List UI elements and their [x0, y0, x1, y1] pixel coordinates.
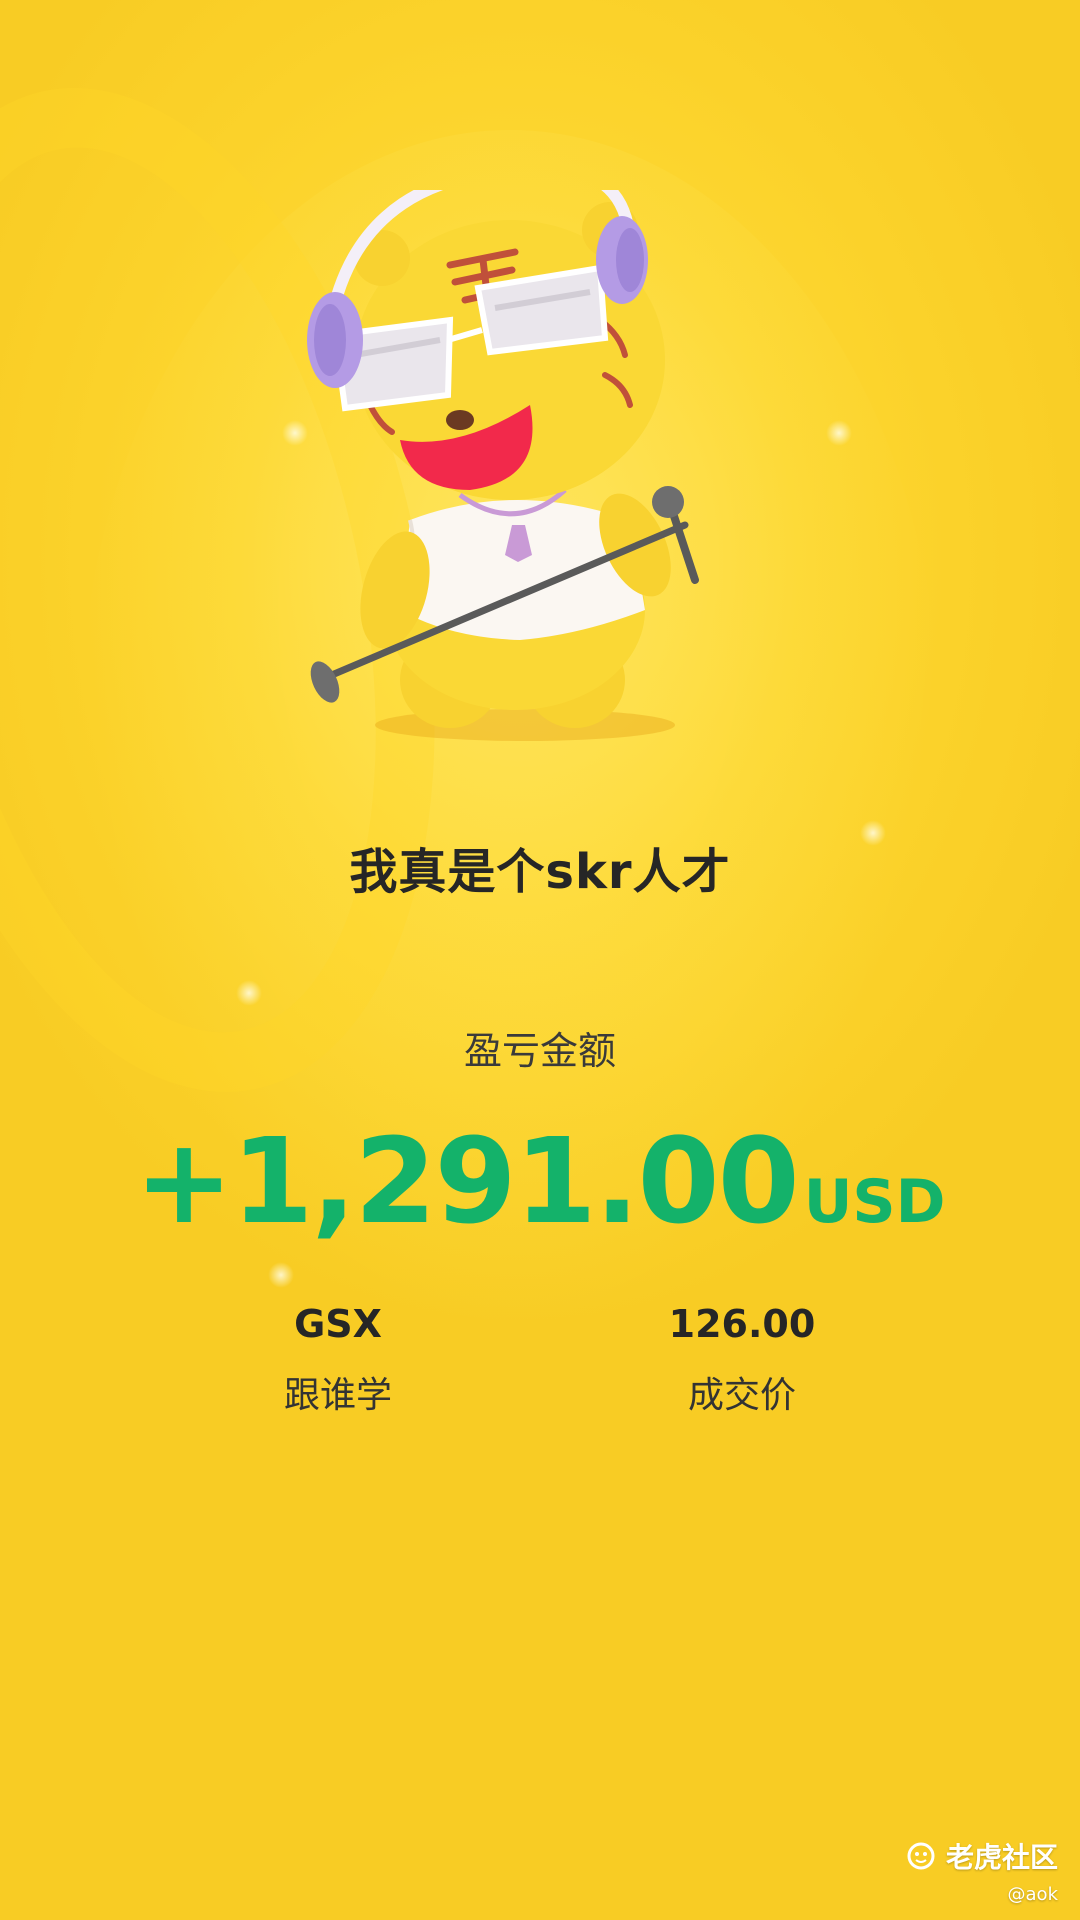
tiger-logo-icon: [907, 1842, 935, 1870]
watermark-handle: @aok: [1007, 1884, 1058, 1905]
stock-info: GSX 跟谁学: [158, 1302, 518, 1418]
watermark-brand: 老虎社区: [906, 1836, 1058, 1876]
sparkle-decoration: [268, 1262, 294, 1288]
pnl-amount-row: +1,291.00 USD: [0, 1112, 1080, 1250]
pnl-label: 盈亏金额: [463, 1029, 616, 1073]
trade-price-label: 成交价: [687, 1375, 796, 1416]
sparkle-decoration: [236, 980, 262, 1006]
watermark-brand-text: 老虎社区: [945, 1841, 1058, 1874]
achievement-title: 我真是个skr人才: [349, 844, 731, 900]
pnl-amount: +1,291.00: [134, 1112, 800, 1250]
pnl-currency: USD: [803, 1167, 946, 1237]
sparkle-decoration: [826, 420, 852, 446]
trade-price-info: 126.00 成交价: [562, 1302, 922, 1418]
stock-symbol: GSX: [294, 1302, 382, 1346]
trade-price-value: 126.00: [668, 1302, 816, 1346]
stock-name: 跟谁学: [283, 1375, 392, 1416]
tiger-mascot-illustration: [307, 190, 699, 741]
